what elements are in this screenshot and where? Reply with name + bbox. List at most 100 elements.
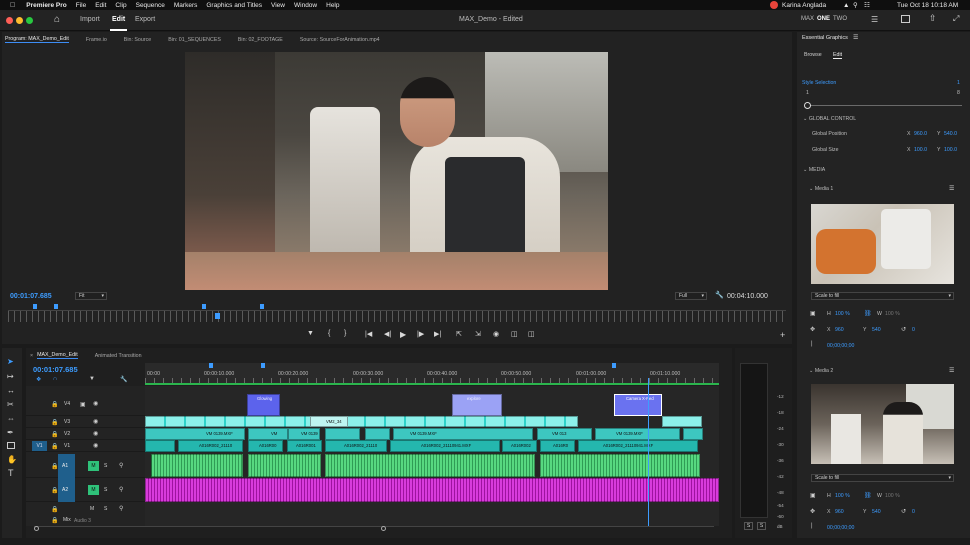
program-video-frame[interactable] xyxy=(185,52,608,290)
timeline-timecode[interactable]: 00:01:07.685 xyxy=(33,365,78,374)
track-area[interactable]: Glowing explore Camera X-Ped VM2_34 VM 0… xyxy=(145,378,719,526)
lock-icon[interactable]: 🔒 xyxy=(51,463,58,470)
workspace-two[interactable]: TWO xyxy=(833,16,847,22)
scroll-handle-left[interactable] xyxy=(34,526,39,531)
media2-scale-dropdown[interactable]: Scale to fill ▾ xyxy=(811,474,954,482)
tab-animated-transition[interactable]: Animated Transition xyxy=(95,353,142,359)
timeline-marker-2[interactable] xyxy=(261,363,265,368)
clip-a1-3[interactable] xyxy=(325,454,535,477)
clip-v3-end[interactable] xyxy=(662,416,702,427)
menu-sequence[interactable]: Sequence xyxy=(136,2,165,9)
lock-icon[interactable]: 🔒 xyxy=(51,517,58,524)
clip-v2-2[interactable]: VM xyxy=(248,428,288,440)
lift-icon[interactable]: ⇱ xyxy=(456,330,462,338)
clip-a1-1[interactable] xyxy=(151,454,243,477)
eye-icon[interactable]: ◉ xyxy=(93,442,98,449)
eye-icon[interactable]: ◉ xyxy=(93,430,98,437)
media2-x[interactable]: 960 xyxy=(835,509,844,515)
media2-menu-icon[interactable]: ☰ xyxy=(949,367,954,374)
tab-bin-footage[interactable]: Bin: 02_FOOTAGE xyxy=(238,37,283,43)
mark-in-icon[interactable]: { xyxy=(328,330,330,337)
lock-icon[interactable]: 🔒 xyxy=(51,401,58,408)
mic-icon[interactable]: ⚲ xyxy=(119,505,123,512)
clip-v2-8[interactable]: VM 0139.MXF xyxy=(595,428,680,440)
global-size-y[interactable]: 100.0 xyxy=(944,147,957,153)
timeline-ruler[interactable]: 00:00 00:00:10.000 00:00:20.000 00:00:30… xyxy=(145,363,719,385)
program-time-ruler[interactable] xyxy=(8,310,786,322)
workspace-max[interactable]: MAX xyxy=(801,16,814,22)
mic-icon[interactable]: ⚲ xyxy=(119,462,123,469)
sync-lock-icon[interactable]: ▣ xyxy=(80,401,86,408)
clip-v2-6[interactable]: VM 0139.MXF xyxy=(393,428,533,440)
eg-tab-edit[interactable]: Edit xyxy=(833,52,843,59)
track-header-a3[interactable]: 🔒 M S ⚲ 🔒 Mix Audio 3 xyxy=(26,504,145,526)
media1-y[interactable]: 540 xyxy=(872,327,881,333)
lock-icon[interactable]: 🔒 xyxy=(51,487,58,494)
media2-h[interactable]: 100 % xyxy=(835,493,850,499)
add-marker-icon[interactable]: ▼ xyxy=(307,330,314,337)
style-selection-value[interactable]: 1 xyxy=(957,80,960,86)
export-frame-icon[interactable]: ◉ xyxy=(493,330,499,338)
global-size-x[interactable]: 100.0 xyxy=(914,147,927,153)
media1-timecode[interactable]: 00;00;00;00 xyxy=(827,343,854,349)
tab-program[interactable]: Program: MAX_Demo_Edit xyxy=(5,36,69,43)
tab-max-demo-edit[interactable]: MAX_Demo_Edit xyxy=(37,352,78,359)
add-marker-timeline-icon[interactable]: ▼ xyxy=(89,376,95,382)
menu-window[interactable]: Window xyxy=(294,2,317,9)
timeline-playhead[interactable] xyxy=(648,378,649,526)
mic-icon[interactable]: ⚲ xyxy=(119,486,123,493)
track-header-v3[interactable]: 🔒 V3 ◉ xyxy=(26,416,145,428)
clip-v1-4[interactable]: A016R001 xyxy=(287,440,322,452)
media2-rotation[interactable]: 0 xyxy=(912,509,915,515)
rectangle-tool-icon[interactable] xyxy=(7,442,15,449)
menu-file[interactable]: File xyxy=(76,2,86,9)
clip-v4-glowing[interactable]: Glowing xyxy=(247,394,280,416)
lock-icon[interactable]: 🔒 xyxy=(51,506,58,513)
timeline-scrollbar[interactable] xyxy=(34,526,714,531)
program-marker-2[interactable] xyxy=(54,304,58,309)
user-name[interactable]: Karina Anglada xyxy=(782,2,826,9)
quality-dropdown[interactable]: Full ▾ xyxy=(675,292,707,300)
close-window-button[interactable] xyxy=(6,17,13,24)
clip-a1-2[interactable] xyxy=(248,454,321,477)
track-header-a1[interactable]: 🔒 A1 M S ⚲ xyxy=(26,454,145,478)
menu-help[interactable]: Help xyxy=(326,2,339,9)
program-playhead[interactable] xyxy=(215,313,220,319)
clip-v2-7[interactable]: VM 013 xyxy=(537,428,592,440)
eg-tab-browse[interactable]: Browse xyxy=(804,52,822,58)
comparison-view-icon[interactable]: ◫ xyxy=(511,330,518,338)
home-icon[interactable]: ⌂ xyxy=(54,14,60,25)
media-header[interactable]: ⌄ MEDIA xyxy=(803,167,825,173)
clip-v1-7[interactable]: A016R002 xyxy=(502,440,537,452)
workspace-one[interactable]: ONE xyxy=(817,16,830,22)
source-patch-v1[interactable]: V1 xyxy=(32,441,47,451)
minimize-window-button[interactable] xyxy=(16,17,23,24)
tab-import[interactable]: Import xyxy=(80,16,100,23)
menu-markers[interactable]: Markers xyxy=(174,2,197,9)
settings-wrench-icon[interactable]: 🔧 xyxy=(715,291,724,299)
mark-out-icon[interactable]: } xyxy=(344,330,346,337)
media2-timecode[interactable]: 00;00;00;00 xyxy=(827,525,854,531)
multicam-icon[interactable]: ◫ xyxy=(528,330,535,338)
menu-clip[interactable]: Clip xyxy=(115,2,126,9)
program-timecode[interactable]: 00:01:07.685 xyxy=(10,293,52,300)
linked-selection-icon[interactable]: ∩ xyxy=(53,376,57,382)
clip-v2-9[interactable] xyxy=(683,428,703,440)
razor-tool-icon[interactable]: ✂ xyxy=(7,400,14,409)
global-position-y[interactable]: 540.0 xyxy=(944,131,957,137)
media1-link-icon[interactable]: ⛓ xyxy=(864,310,872,317)
media1-rotation[interactable]: 0 xyxy=(912,327,915,333)
go-to-out-icon[interactable]: ▶| xyxy=(434,330,441,338)
play-icon[interactable]: ▶ xyxy=(400,330,406,339)
track-header-v4[interactable]: 🔒 V4 ▣ ◉ xyxy=(26,394,145,416)
type-tool-icon[interactable]: T xyxy=(8,468,14,478)
zoom-window-button[interactable] xyxy=(26,17,33,24)
timeline-marker-3[interactable] xyxy=(612,363,616,368)
clip-v1-6[interactable]: A016R002_21110941.MXF xyxy=(390,440,500,452)
clip-v1-9[interactable]: A016R002_21110941.MXF xyxy=(578,440,698,452)
snap-icon[interactable]: ❖ xyxy=(36,376,41,383)
eye-icon[interactable]: ◉ xyxy=(93,400,98,407)
mute-button-a2[interactable]: M xyxy=(88,485,99,495)
panel-layout-icon[interactable] xyxy=(901,15,910,23)
workspace-menu-icon[interactable]: ☰ xyxy=(871,15,878,24)
